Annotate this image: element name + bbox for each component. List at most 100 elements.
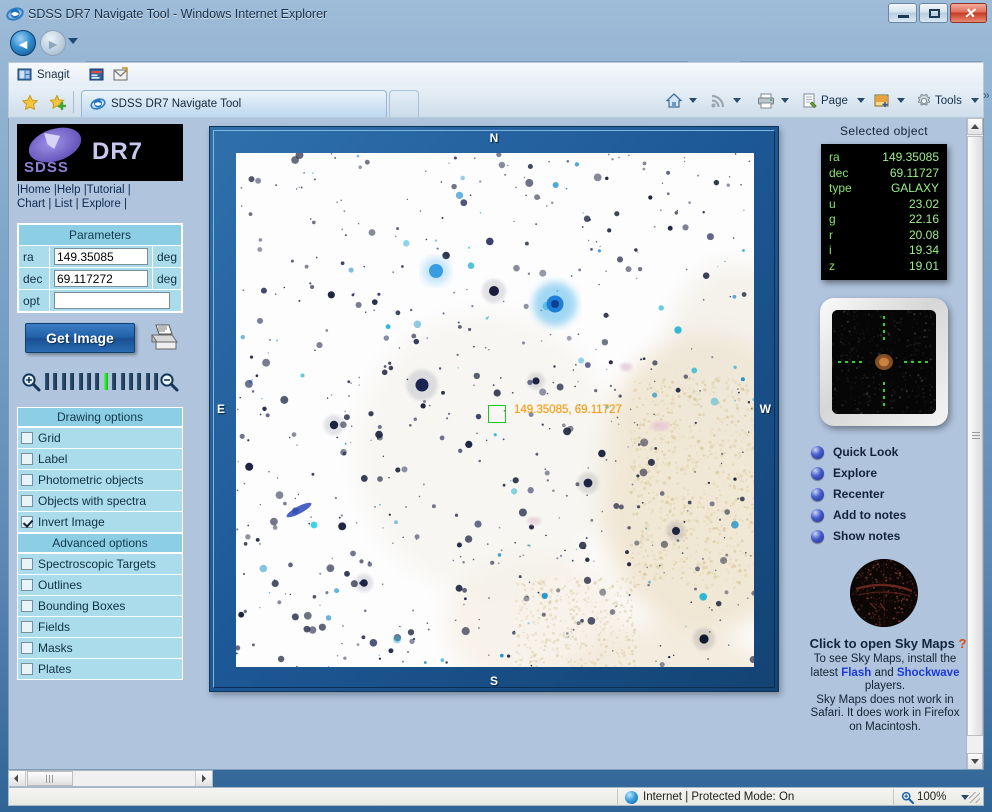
zoom-tick-10[interactable]: [129, 373, 133, 390]
advanced-option-checkbox-0[interactable]: [21, 558, 33, 570]
new-tab-button[interactable]: [389, 90, 419, 117]
scroll-up-button[interactable]: [967, 118, 983, 135]
drawing-option-cell[interactable]: Label: [17, 448, 183, 470]
advanced-option-cell[interactable]: Bounding Boxes: [17, 595, 183, 617]
drawing-option-row[interactable]: Invert Image: [17, 511, 183, 533]
advanced-option-row[interactable]: Masks: [17, 637, 183, 659]
maximize-button[interactable]: [919, 3, 948, 23]
action-add-to-notes[interactable]: Add to notes: [811, 505, 969, 526]
zoom-dropdown-icon[interactable]: [961, 795, 969, 800]
zoom-magnifier-icon[interactable]: [901, 791, 914, 804]
page-dropdown-icon[interactable]: [857, 98, 865, 103]
advanced-option-checkbox-3[interactable]: [21, 621, 33, 633]
advanced-option-cell[interactable]: Plates: [17, 658, 183, 680]
toolbar-overflow-icon[interactable]: »: [983, 88, 990, 102]
favorites-star-icon[interactable]: [21, 94, 39, 112]
add-to-favorites-icon[interactable]: [49, 94, 67, 112]
gear-icon[interactable]: [915, 92, 933, 110]
sidebar-links-row-1[interactable]: |Home |Help |Tutorial |: [17, 183, 197, 197]
minimize-button[interactable]: [888, 3, 917, 23]
recent-pages-dropdown-icon[interactable]: [68, 38, 78, 44]
drawing-option-row[interactable]: Photometric objects: [17, 469, 183, 491]
zoom-tick-1[interactable]: [53, 373, 58, 390]
sidebar-links-row-2[interactable]: Chart | List | Explore |: [17, 197, 197, 211]
sky-image[interactable]: 149.35085, 69.11727: [236, 153, 754, 667]
close-button[interactable]: ✕: [950, 3, 987, 23]
page-icon[interactable]: [801, 92, 819, 110]
advanced-option-checkbox-1[interactable]: [21, 579, 33, 591]
zoom-tick-12[interactable]: [145, 373, 150, 390]
get-image-button[interactable]: Get Image: [25, 323, 135, 353]
object-thumbnail-image[interactable]: [832, 310, 936, 414]
zoom-tick-4[interactable]: [78, 373, 83, 390]
dec-input[interactable]: [53, 270, 148, 287]
home-dropdown-icon[interactable]: [689, 98, 697, 103]
action-recenter[interactable]: Recenter: [811, 484, 969, 505]
zoom-in-icon[interactable]: [21, 372, 41, 392]
drawing-option-cell[interactable]: Grid: [17, 427, 183, 449]
action-quick-look[interactable]: Quick Look: [811, 442, 969, 463]
ra-input[interactable]: [53, 248, 148, 265]
zoom-slider[interactable]: [17, 369, 183, 395]
advanced-option-row[interactable]: Bounding Boxes: [17, 595, 183, 617]
horizontal-scrollbar-thumb[interactable]: [27, 771, 73, 786]
drawing-option-cell[interactable]: Objects with spectra: [17, 490, 183, 512]
tab-sdss-dr7-navigate-tool[interactable]: SDSS DR7 Navigate Tool: [81, 90, 387, 117]
advanced-option-row[interactable]: Plates: [17, 658, 183, 680]
drawing-option-row[interactable]: Label: [17, 448, 183, 470]
home-icon[interactable]: [665, 92, 683, 110]
safety-icon[interactable]: [873, 92, 891, 110]
sky-maps-preview-icon[interactable]: [850, 559, 918, 627]
advanced-option-checkbox-4[interactable]: [21, 642, 33, 654]
advanced-option-row[interactable]: Outlines: [17, 574, 183, 596]
action-explore[interactable]: Explore: [811, 463, 969, 484]
zoom-tick-3[interactable]: [70, 373, 75, 390]
rss-dropdown-icon[interactable]: [733, 98, 741, 103]
zoom-tick-9[interactable]: [120, 373, 125, 390]
vertical-scrollbar-thumb[interactable]: [967, 136, 983, 736]
drawing-option-checkbox-3[interactable]: [21, 495, 33, 507]
drawing-option-row[interactable]: Objects with spectra: [17, 490, 183, 512]
tools-menu-label[interactable]: Tools: [935, 92, 962, 110]
sky-image-frame[interactable]: N S E W 149.35085, 69.11727: [209, 126, 779, 692]
scroll-left-button[interactable]: [9, 771, 26, 786]
snagit-capture-icon[interactable]: [89, 67, 105, 83]
page-vertical-scrollbar[interactable]: [966, 118, 983, 769]
advanced-option-cell[interactable]: Fields: [17, 616, 183, 638]
advanced-option-cell[interactable]: Spectroscopic Targets: [17, 553, 183, 575]
zoom-tick-8[interactable]: [112, 373, 117, 390]
advanced-option-row[interactable]: Fields: [17, 616, 183, 638]
zoom-tick-5[interactable]: [87, 373, 91, 390]
tools-dropdown-icon[interactable]: [971, 98, 979, 103]
zoom-level-text[interactable]: 100%: [917, 790, 946, 805]
snagit-icon[interactable]: [17, 67, 33, 83]
zoom-tick-2[interactable]: [61, 373, 66, 390]
rss-icon[interactable]: [709, 92, 727, 110]
zoom-tick-6[interactable]: [95, 373, 100, 390]
zoom-out-icon[interactable]: [159, 372, 179, 392]
advanced-option-row[interactable]: Spectroscopic Targets: [17, 553, 183, 575]
action-show-notes[interactable]: Show notes: [811, 526, 969, 547]
drawing-option-cell[interactable]: Invert Image: [17, 511, 183, 533]
back-button[interactable]: ◄: [10, 30, 36, 56]
snagit-email-icon[interactable]: [113, 67, 129, 83]
forward-button[interactable]: ►: [40, 30, 66, 56]
print-image-icon[interactable]: [147, 323, 181, 355]
advanced-option-checkbox-5[interactable]: [21, 663, 33, 675]
drawing-option-cell[interactable]: Photometric objects: [17, 469, 183, 491]
object-thumbnail-panel[interactable]: [820, 298, 948, 426]
safety-dropdown-icon[interactable]: [897, 98, 905, 103]
page-menu-label[interactable]: Page: [821, 92, 848, 110]
drawing-option-checkbox-4[interactable]: [21, 516, 33, 528]
zoom-tick-7[interactable]: [103, 373, 108, 390]
resize-grip-icon[interactable]: [969, 792, 980, 803]
drawing-option-checkbox-0[interactable]: [21, 432, 33, 444]
page-horizontal-scrollbar[interactable]: [8, 770, 213, 787]
flash-link[interactable]: Flash: [841, 667, 871, 679]
drawing-option-checkbox-2[interactable]: [21, 474, 33, 486]
scroll-right-button[interactable]: [195, 771, 212, 786]
zoom-tick-11[interactable]: [137, 373, 142, 390]
advanced-option-cell[interactable]: Masks: [17, 637, 183, 659]
opt-input[interactable]: [53, 292, 170, 309]
zoom-tick-13[interactable]: [154, 373, 159, 390]
